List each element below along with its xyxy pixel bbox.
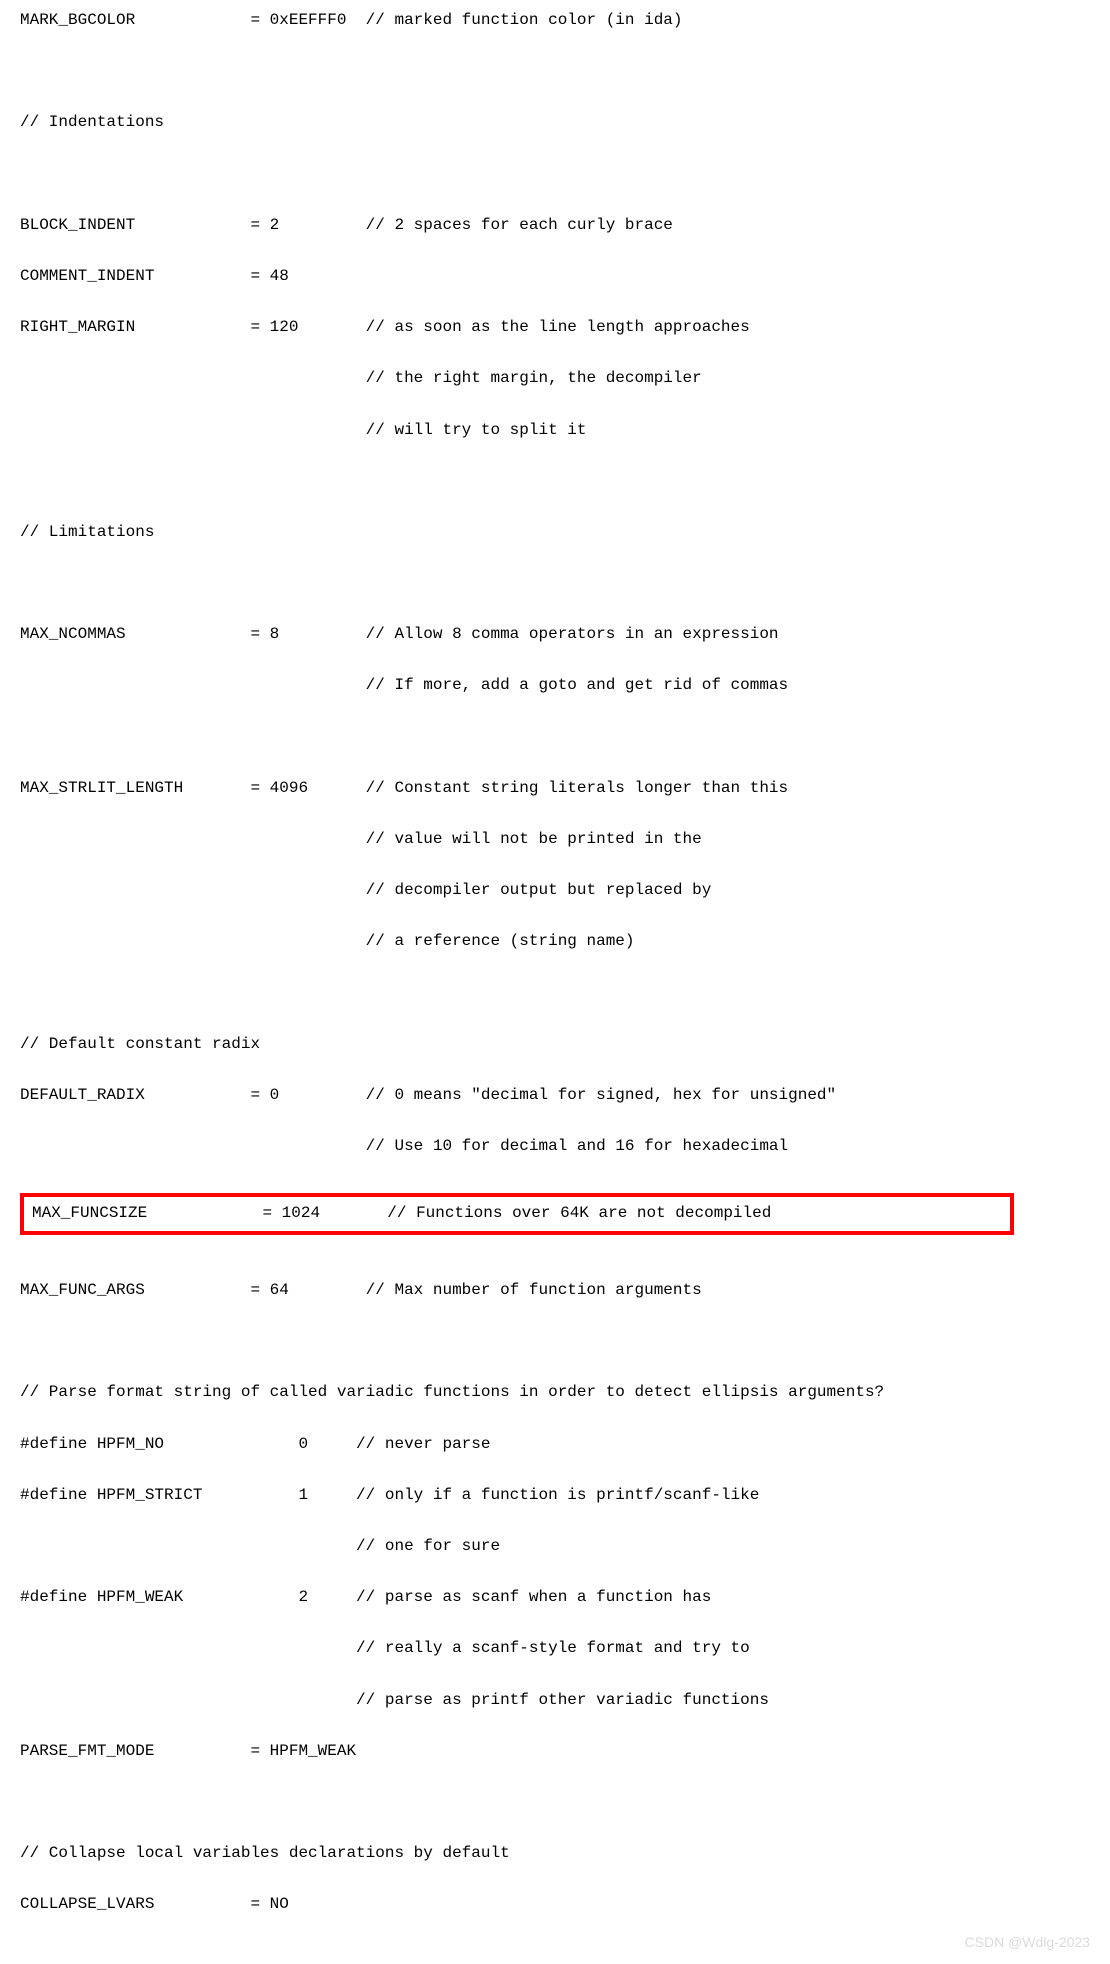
blank-line [20, 59, 1090, 85]
code-block: MARK_BGCOLOR = 0xEEFFF0 // marked functi… [20, 8, 1090, 1185]
config-line-right-margin: RIGHT_MARGIN = 120 // as soon as the lin… [20, 315, 1090, 341]
define-hpfm-weak: #define HPFM_WEAK 2 // parse as scanf wh… [20, 1585, 1090, 1611]
config-line-block-indent: BLOCK_INDENT = 2 // 2 spaces for each cu… [20, 213, 1090, 239]
comment-collapse-lvars: // Collapse local variables declarations… [20, 1841, 1090, 1867]
comment-continuation: // value will not be printed in the [20, 827, 1090, 853]
config-line-default-radix: DEFAULT_RADIX = 0 // 0 means "decimal fo… [20, 1083, 1090, 1109]
comment-default-radix: // Default constant radix [20, 1032, 1090, 1058]
comment-limitations: // Limitations [20, 520, 1090, 546]
comment-continuation: // decompiler output but replaced by [20, 878, 1090, 904]
highlighted-line-box: MAX_FUNCSIZE = 1024 // Functions over 64… [20, 1193, 1014, 1235]
blank-line [20, 469, 1090, 495]
comment-indentations: // Indentations [20, 110, 1090, 136]
config-line-mark-bgcolor: MARK_BGCOLOR = 0xEEFFF0 // marked functi… [20, 8, 1090, 34]
config-file-snippet: MARK_BGCOLOR = 0xEEFFF0 // marked functi… [20, 8, 1090, 1944]
comment-continuation: // the right margin, the decompiler [20, 366, 1090, 392]
comment-continuation: // one for sure [20, 1534, 1090, 1560]
comment-continuation: // really a scanf-style format and try t… [20, 1636, 1090, 1662]
blank-line [20, 1790, 1090, 1816]
comment-continuation: // will try to split it [20, 418, 1090, 444]
blank-line [20, 981, 1090, 1007]
config-line-max-funcsize: MAX_FUNCSIZE = 1024 // Functions over 64… [32, 1201, 1002, 1227]
blank-line [20, 162, 1090, 188]
blank-line [20, 1329, 1090, 1355]
comment-continuation: // Use 10 for decimal and 16 for hexadec… [20, 1134, 1090, 1160]
code-block-continued: MAX_FUNC_ARGS = 64 // Max number of func… [20, 1227, 1090, 1944]
config-line-max-ncommas: MAX_NCOMMAS = 8 // Allow 8 comma operato… [20, 622, 1090, 648]
config-line-max-func-args: MAX_FUNC_ARGS = 64 // Max number of func… [20, 1278, 1090, 1304]
watermark-text: CSDN @Wdlg-2023 [965, 1931, 1090, 1953]
config-line-comment-indent: COMMENT_INDENT = 48 [20, 264, 1090, 290]
config-line-max-strlit-length: MAX_STRLIT_LENGTH = 4096 // Constant str… [20, 776, 1090, 802]
config-line-collapse-lvars: COLLAPSE_LVARS = NO [20, 1892, 1090, 1918]
define-hpfm-strict: #define HPFM_STRICT 1 // only if a funct… [20, 1483, 1090, 1509]
config-line-parse-fmt-mode: PARSE_FMT_MODE = HPFM_WEAK [20, 1739, 1090, 1765]
comment-parse-format: // Parse format string of called variadi… [20, 1380, 1090, 1406]
define-hpfm-no: #define HPFM_NO 0 // never parse [20, 1432, 1090, 1458]
comment-continuation: // a reference (string name) [20, 929, 1090, 955]
comment-continuation: // parse as printf other variadic functi… [20, 1688, 1090, 1714]
comment-continuation: // If more, add a goto and get rid of co… [20, 673, 1090, 699]
blank-line [20, 725, 1090, 751]
blank-line [20, 571, 1090, 597]
